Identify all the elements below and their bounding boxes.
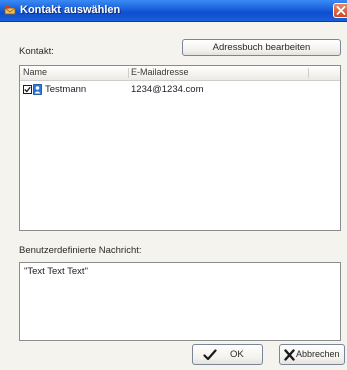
column-separator[interactable] xyxy=(128,68,129,78)
contacts-list[interactable]: Name E-Mailadresse Testmann 1234@1234.co… xyxy=(19,65,341,231)
title-bar[interactable]: Kontakt auswählen xyxy=(0,0,347,22)
custom-message-label: Benutzerdefinierte Nachricht: xyxy=(19,245,142,256)
contact-email: 1234@1234.com xyxy=(131,84,204,95)
ok-label: OK xyxy=(230,349,244,360)
custom-message-input[interactable]: "Text Text Text" xyxy=(19,262,341,341)
checkmark-icon xyxy=(203,349,217,364)
column-header-email[interactable]: E-Mailadresse xyxy=(131,67,189,79)
close-icon xyxy=(336,6,346,15)
contact-person-icon xyxy=(33,84,42,95)
column-separator[interactable] xyxy=(308,68,309,78)
dialog-window: Kontakt auswählen Kontakt: Adressbuch be… xyxy=(0,0,347,370)
cancel-button[interactable]: Abbrechen xyxy=(279,344,345,365)
contact-app-icon xyxy=(4,4,16,16)
table-row[interactable]: Testmann 1234@1234.com xyxy=(20,82,340,96)
close-button[interactable] xyxy=(333,3,347,18)
checkmark-icon xyxy=(24,86,31,93)
edit-address-book-button[interactable]: Adressbuch bearbeiten xyxy=(182,39,341,56)
window-title: Kontakt auswählen xyxy=(20,4,121,16)
contacts-list-header: Name E-Mailadresse xyxy=(20,66,340,81)
contact-select-checkbox[interactable] xyxy=(23,85,32,94)
ok-button[interactable]: OK xyxy=(192,344,263,365)
custom-message-value: "Text Text Text" xyxy=(24,266,88,277)
edit-address-book-label: Adressbuch bearbeiten xyxy=(212,42,311,53)
column-header-name[interactable]: Name xyxy=(23,67,47,79)
contact-label: Kontakt: xyxy=(19,46,54,57)
cancel-label: Abbrechen xyxy=(296,349,340,359)
contact-name: Testmann xyxy=(45,84,87,95)
cancel-x-icon xyxy=(284,349,295,364)
